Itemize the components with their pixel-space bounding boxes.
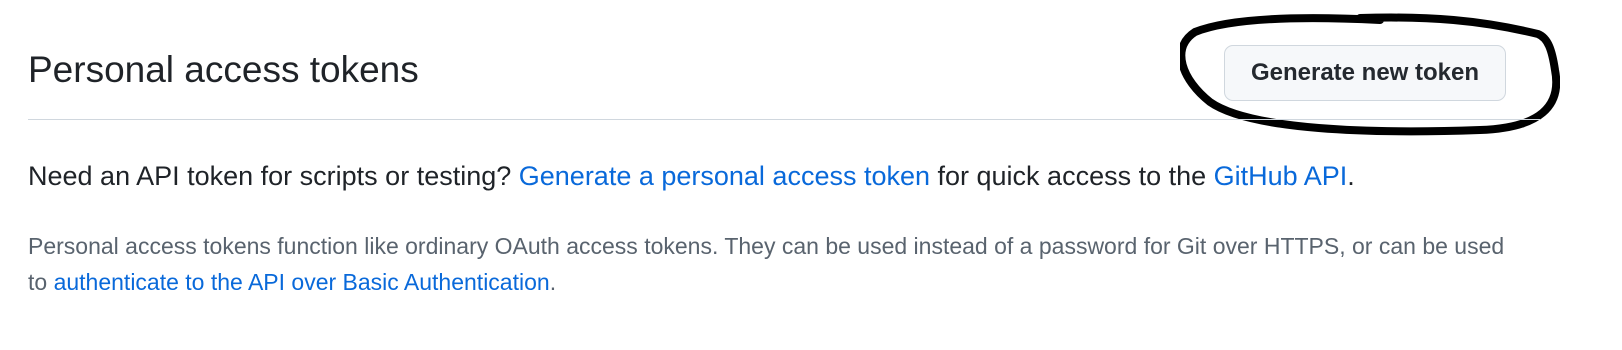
page-title: Personal access tokens [28,49,419,90]
intro-middle-text: for quick access to the [930,161,1214,191]
generate-personal-access-token-link[interactable]: Generate a personal access token [519,161,930,191]
intro-paragraph: Need an API token for scripts or testing… [28,158,1355,194]
basic-authentication-link[interactable]: authenticate to the API over Basic Authe… [54,269,550,295]
header-divider [28,119,1540,120]
generate-new-token-button[interactable]: Generate new token [1224,45,1506,101]
note-paragraph: Personal access tokens function like ord… [28,228,1528,300]
note-suffix-text: . [549,269,557,295]
intro-suffix-text: . [1347,161,1355,191]
github-api-link[interactable]: GitHub API [1214,161,1348,191]
intro-prefix-text: Need an API token for scripts or testing… [28,161,519,191]
